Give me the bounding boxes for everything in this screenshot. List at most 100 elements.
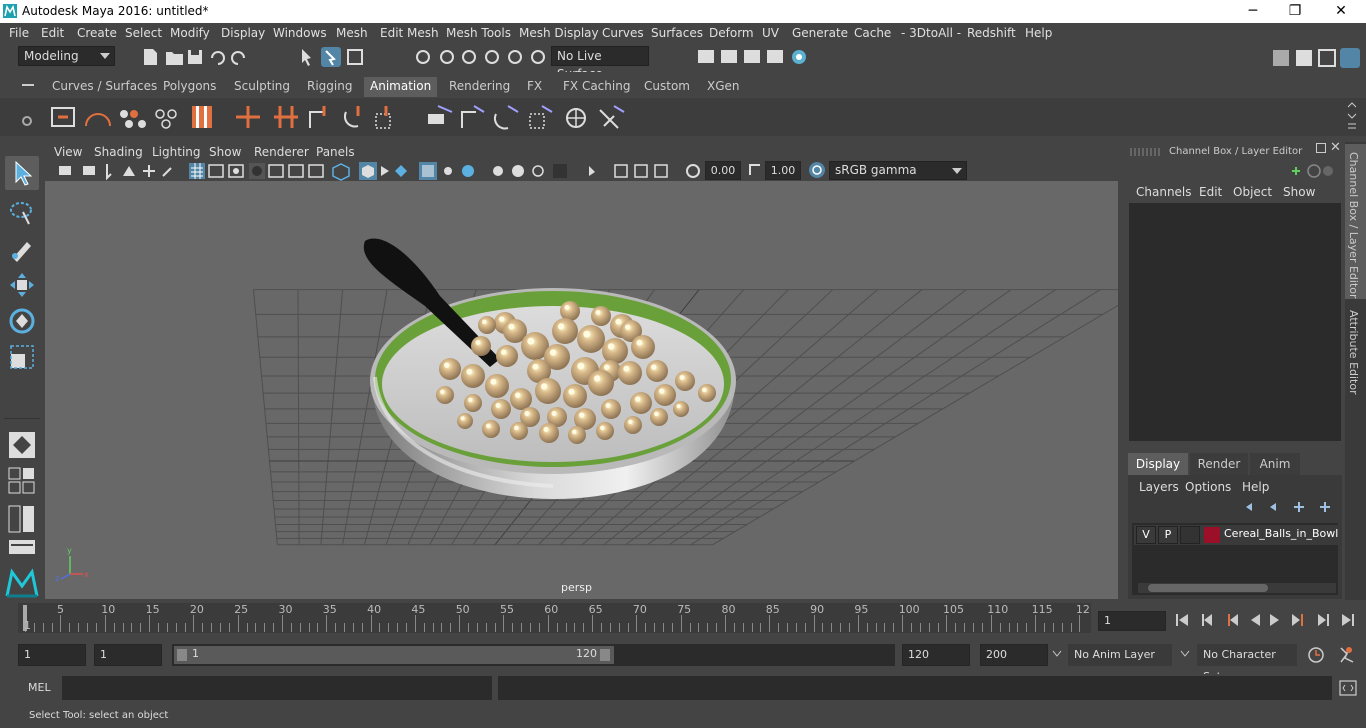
selection-mask-icons[interactable] <box>298 46 368 68</box>
range-start-handle[interactable] <box>177 649 187 661</box>
menu-uv[interactable]: UV <box>762 26 779 40</box>
range-end-handle[interactable] <box>600 649 610 661</box>
range-tools-icons[interactable] <box>1305 644 1363 666</box>
menu-generate[interactable]: Generate <box>792 26 848 40</box>
menu-3dtoall[interactable]: - 3DtoAll - <box>901 26 961 40</box>
rotate-tool-icon[interactable] <box>7 306 37 336</box>
live-surface-field[interactable]: No Live Surface <box>551 46 649 81</box>
layer-row[interactable]: V P Cereal_Balls_in_Bowl_v <box>1134 525 1338 545</box>
tab-animation[interactable]: Animation <box>364 77 438 97</box>
start-time-field[interactable]: 1 <box>18 644 86 666</box>
menu-cb-edit[interactable]: Edit <box>1199 185 1222 199</box>
menu-mesh[interactable]: Mesh <box>336 26 368 40</box>
mode-dropdown[interactable]: Modeling <box>18 46 115 66</box>
menu-show[interactable]: Show <box>1283 185 1315 199</box>
panel-toolbar-icons[interactable] <box>55 161 745 181</box>
paint-select-icon[interactable] <box>7 234 37 264</box>
gear-icon[interactable] <box>22 116 32 126</box>
playback-controls[interactable] <box>1172 610 1362 630</box>
layer-action-icons[interactable] <box>1240 499 1340 515</box>
playback-end-field[interactable]: 120 <box>902 644 970 666</box>
shelf-scroll[interactable] <box>1346 100 1358 132</box>
chevron-down-icon[interactable] <box>1180 650 1190 658</box>
layer-playback-toggle[interactable]: P <box>1158 526 1178 544</box>
close-button[interactable]: ✕ <box>1318 0 1364 23</box>
outliner-icon[interactable] <box>7 538 37 558</box>
four-view-layout-icon[interactable] <box>7 466 37 496</box>
menu-redshift[interactable]: Redshift <box>967 26 1016 40</box>
layer-color-swatch[interactable] <box>1204 527 1220 543</box>
select-tool-button[interactable] <box>5 156 39 190</box>
menu-select[interactable]: Select <box>125 26 162 40</box>
range-slider-bar[interactable]: 1 120 <box>174 646 614 664</box>
menu-modify[interactable]: Modify <box>170 26 210 40</box>
scale-tool-icon[interactable] <box>7 342 37 372</box>
tab-fx-caching[interactable]: FX Caching <box>557 77 636 97</box>
menu-deform[interactable]: Deform <box>709 26 754 40</box>
lasso-tool-icon[interactable] <box>7 198 37 228</box>
current-frame-field[interactable]: 1 <box>1098 611 1166 631</box>
layer-tab-render[interactable]: Render <box>1190 453 1248 475</box>
layer-name[interactable]: Cereal_Balls_in_Bowl_v <box>1224 527 1338 540</box>
menu-edit-mesh[interactable]: Edit Mesh <box>380 26 439 40</box>
layer-tab-anim[interactable]: Anim <box>1250 453 1300 475</box>
channel-box-icons[interactable] <box>1284 162 1334 180</box>
menu-layer-help[interactable]: Help <box>1242 480 1269 494</box>
range-slider[interactable]: 1 120 <box>172 644 895 666</box>
menu-display[interactable]: Display <box>221 26 265 40</box>
command-input[interactable] <box>62 676 492 700</box>
file-tools-icons[interactable] <box>140 46 260 68</box>
menu-edit[interactable]: Edit <box>41 26 64 40</box>
menu-windows[interactable]: Windows <box>273 26 327 40</box>
panel-menu-lighting[interactable]: Lighting <box>152 145 201 159</box>
menu-curves[interactable]: Curves <box>602 26 644 40</box>
tab-fx[interactable]: FX <box>521 77 548 97</box>
anim-layer-field[interactable]: No Anim Layer <box>1068 644 1172 666</box>
tab-sculpting[interactable]: Sculpting <box>228 77 296 97</box>
persp-outliner-layout-icon[interactable] <box>7 504 37 534</box>
script-editor-icon[interactable] <box>1338 679 1358 697</box>
menu-channels[interactable]: Channels <box>1136 185 1192 199</box>
workspace-layout-icons[interactable] <box>1270 46 1362 70</box>
exposure-field[interactable]: 0.00 <box>705 161 741 180</box>
tab-curves-surfaces[interactable]: Curves / Surfaces <box>46 77 163 97</box>
menu-create[interactable]: Create <box>77 26 117 40</box>
menu-options[interactable]: Options <box>1185 480 1231 494</box>
layer-horizontal-scrollbar[interactable] <box>1138 583 1336 593</box>
channel-list[interactable] <box>1129 203 1341 441</box>
color-management-toggle-icon[interactable] <box>807 161 827 180</box>
tab-xgen[interactable]: XGen <box>701 77 746 97</box>
panel-menu-view[interactable]: View <box>54 145 82 159</box>
mel-label[interactable]: MEL <box>28 681 51 694</box>
panel-menu-shading[interactable]: Shading <box>94 145 143 159</box>
shelf-menu-icon[interactable] <box>22 84 34 86</box>
menu-layers[interactable]: Layers <box>1139 480 1179 494</box>
playback-start-field[interactable]: 1 <box>94 644 162 666</box>
color-space-dropdown[interactable]: sRGB gamma <box>829 161 967 180</box>
restore-button[interactable]: ❐ <box>1272 0 1318 23</box>
tab-rigging[interactable]: Rigging <box>301 77 358 97</box>
move-tool-icon[interactable] <box>7 270 37 300</box>
panel-menu-panels[interactable]: Panels <box>316 145 355 159</box>
layer-tab-display[interactable]: Display <box>1128 453 1188 475</box>
tab-polygons[interactable]: Polygons <box>157 77 222 97</box>
menu-mesh-display[interactable]: Mesh Display <box>519 26 599 40</box>
snap-icons[interactable] <box>412 46 547 68</box>
cereal-bowl-model[interactable] <box>363 238 736 499</box>
close-panel-icon[interactable]: ✕ <box>1330 140 1341 155</box>
side-tab-attribute-editor[interactable]: Attribute Editor <box>1347 310 1360 395</box>
character-set-field[interactable]: No Character Set <box>1197 644 1297 683</box>
menu-cache[interactable]: Cache <box>854 26 891 40</box>
perspective-viewport[interactable]: y x z persp <box>45 181 1118 599</box>
gamma-field[interactable]: 1.00 <box>765 161 801 180</box>
menu-surfaces[interactable]: Surfaces <box>651 26 703 40</box>
tab-rendering[interactable]: Rendering <box>443 77 516 97</box>
panel-menu-renderer[interactable]: Renderer <box>254 145 309 159</box>
menu-help[interactable]: Help <box>1025 26 1052 40</box>
layer-display-type-toggle[interactable] <box>1180 526 1200 544</box>
menu-file[interactable]: File <box>9 26 29 40</box>
chevron-down-icon[interactable] <box>1052 650 1062 658</box>
time-slider[interactable]: 5 10 15 20 25 30 35 40 45 50 55 60 65 70 75 80 85 90 95 100… <box>18 603 1091 633</box>
scrollbar-thumb[interactable] <box>1148 584 1268 592</box>
menu-object[interactable]: Object <box>1233 185 1272 199</box>
